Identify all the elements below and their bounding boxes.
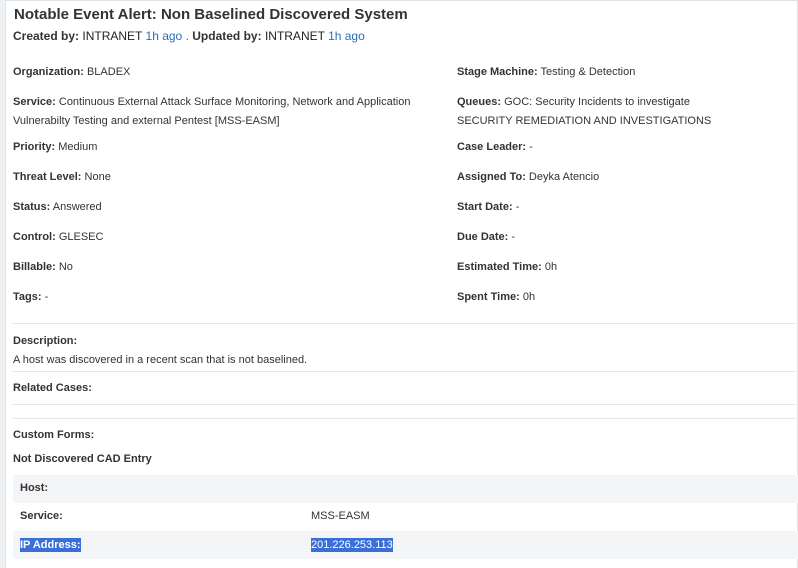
- table-row: Service: MSS-EASM: [13, 503, 798, 531]
- updated-by-label: Updated by:: [192, 29, 262, 43]
- custom-form-title: Not Discovered CAD Entry: [13, 453, 152, 465]
- form-key-ip-address: IP Address:: [20, 538, 81, 552]
- field-estimated-time: Estimated Time: 0h: [457, 258, 557, 277]
- field-value: Continuous External Attack Surface Monit…: [58, 96, 411, 108]
- field-status: Status: Answered: [13, 198, 102, 217]
- case-detail-panel: Notable Event Alert: Non Baselined Disco…: [13, 0, 798, 568]
- field-label: Organization:: [13, 66, 84, 78]
- field-organization: Organization: BLADEX: [13, 63, 130, 82]
- spent-time-link[interactable]: 0h: [523, 291, 535, 303]
- field-label: Tags:: [13, 291, 42, 303]
- field-value: 0h: [544, 261, 558, 273]
- table-row: IP Address: 201.226.253.113: [13, 531, 798, 559]
- field-priority: Priority: Medium: [13, 138, 97, 157]
- byline: Created by: INTRANET 1h ago . Updated by…: [13, 29, 365, 43]
- field-value: Answered: [52, 201, 102, 213]
- field-label: Due Date:: [457, 231, 509, 243]
- field-label: Stage Machine:: [457, 66, 538, 78]
- field-start-date: Start Date: -: [457, 198, 519, 217]
- field-due-date: Due Date: -: [457, 228, 515, 247]
- field-value: GLESEC: [58, 231, 104, 243]
- field-queues: Queues: GOC: Security Incidents to inves…: [457, 93, 711, 131]
- table-row: Host:: [13, 475, 798, 503]
- created-by-value: INTRANET: [82, 29, 143, 43]
- divider: [13, 418, 798, 419]
- form-key-host: Host:: [20, 482, 49, 494]
- field-label: Control:: [13, 231, 56, 243]
- field-label: Status:: [13, 201, 51, 213]
- field-value: -: [529, 141, 533, 153]
- field-value: Medium: [58, 141, 98, 153]
- field-value-line2: Vulnerabilty Testing and external Pentes…: [13, 115, 280, 127]
- page-title: Notable Event Alert: Non Baselined Disco…: [14, 6, 408, 23]
- field-value: No: [58, 261, 73, 273]
- field-value: None: [84, 171, 111, 183]
- field-value: Testing & Detection: [540, 66, 636, 78]
- field-label: Priority:: [13, 141, 56, 153]
- field-label: Assigned To:: [457, 171, 526, 183]
- field-control: Control: GLESEC: [13, 228, 103, 247]
- field-value: -: [515, 201, 520, 213]
- field-service: Service: Continuous External Attack Surf…: [13, 93, 410, 131]
- form-value-service: MSS-EASM: [311, 510, 370, 522]
- field-tags: Tags: -: [13, 288, 48, 307]
- field-label: Service:: [13, 96, 56, 108]
- field-label: Estimated Time:: [457, 261, 542, 273]
- field-label: Queues:: [457, 96, 502, 108]
- left-gutter-border: [5, 0, 6, 568]
- custom-forms-label: Custom Forms:: [13, 429, 95, 441]
- form-value-ip-address: 201.226.253.113: [311, 538, 393, 552]
- field-label: Billable:: [13, 261, 56, 273]
- field-label: Case Leader:: [457, 141, 527, 153]
- field-value: Deyka Atencio: [528, 171, 600, 183]
- field-label: Start Date:: [457, 201, 513, 213]
- divider: [13, 371, 798, 372]
- divider: [13, 323, 798, 324]
- field-label: Threat Level:: [13, 171, 82, 183]
- field-label: Spent Time:: [457, 291, 520, 303]
- field-value: -: [511, 231, 516, 243]
- field-spent-time: Spent Time: 0h: [457, 288, 535, 307]
- field-assigned-to: Assigned To: Deyka Atencio: [457, 168, 599, 187]
- field-value-line2: SECURITY REMEDIATION AND INVESTIGATIONS: [457, 115, 712, 127]
- updated-by-value: INTRANET: [264, 29, 325, 43]
- field-threat-level: Threat Level: None: [13, 168, 111, 187]
- field-stage-machine: Stage Machine: Testing & Detection: [457, 63, 635, 82]
- updated-ago-link[interactable]: 1h ago: [328, 29, 365, 43]
- divider: [13, 404, 798, 405]
- created-by-label: Created by:: [13, 29, 80, 43]
- field-value: GOC: Security Incidents to investigate: [504, 96, 690, 108]
- field-billable: Billable: No: [13, 258, 73, 277]
- description-text: A host was discovered in a recent scan t…: [13, 354, 308, 366]
- related-cases-label: Related Cases:: [13, 382, 92, 394]
- created-ago-link[interactable]: 1h ago: [146, 29, 183, 43]
- form-key-service: Service:: [20, 510, 63, 522]
- byline-separator: .: [185, 29, 189, 43]
- description-label: Description:: [13, 335, 78, 347]
- field-case-leader: Case Leader: -: [457, 138, 533, 157]
- field-value: BLADEX: [86, 66, 131, 78]
- field-value: -: [44, 291, 49, 303]
